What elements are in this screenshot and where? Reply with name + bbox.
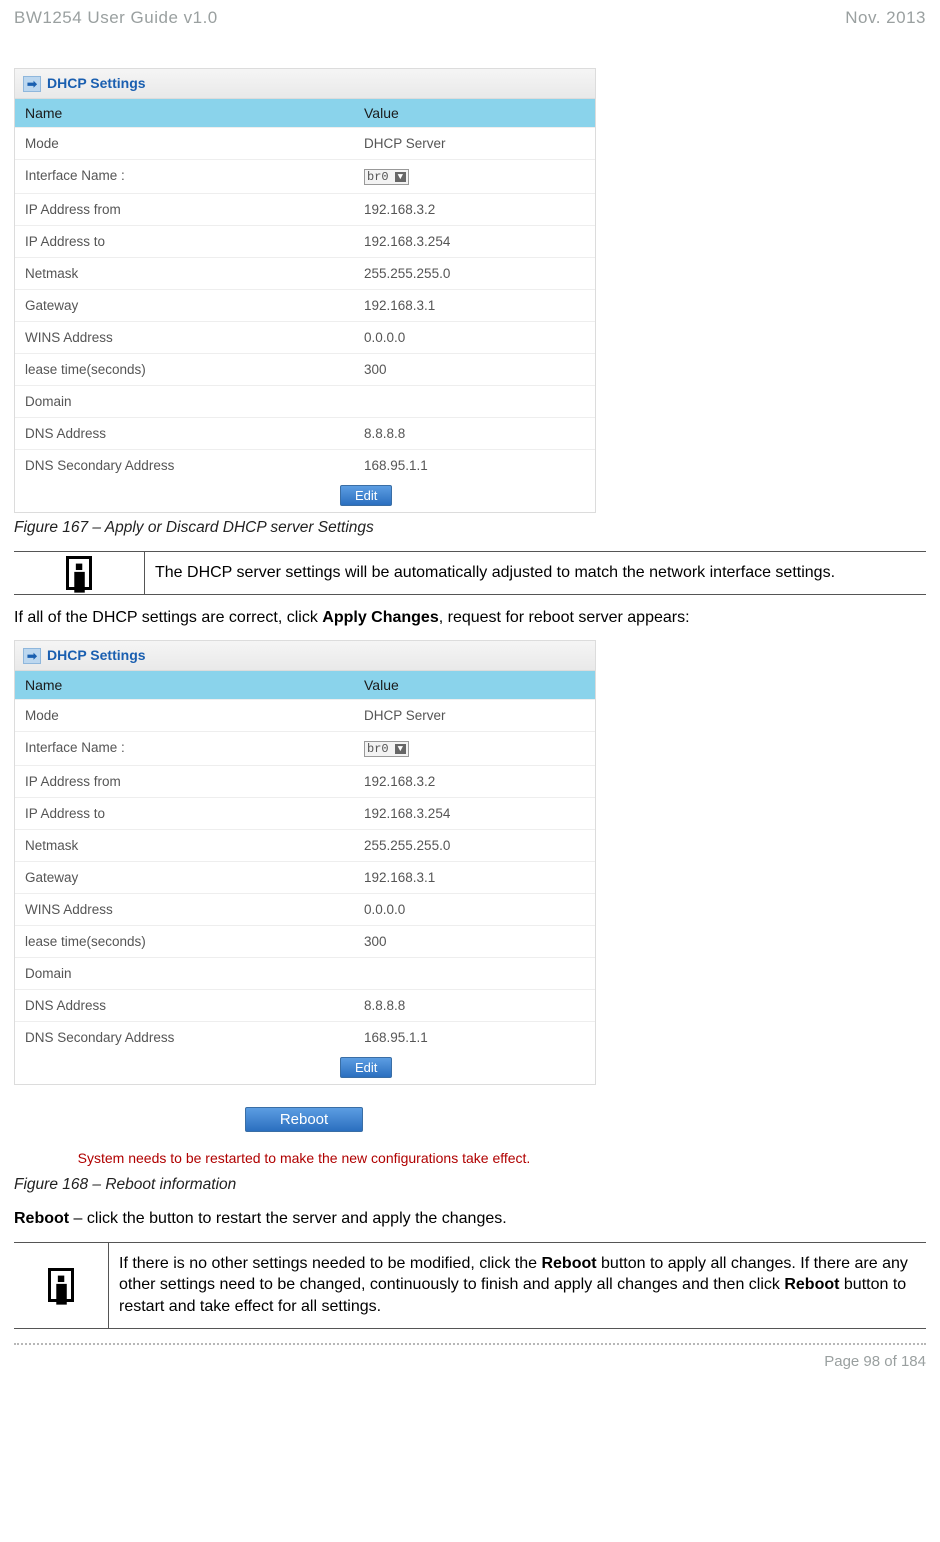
row-value: 300 — [354, 354, 595, 385]
row-name: WINS Address — [15, 894, 354, 925]
edit-button[interactable]: Edit — [340, 485, 392, 506]
panel-title: DHCP Settings — [15, 69, 595, 99]
row-value: 8.8.8.8 — [354, 990, 595, 1021]
table-row: IP Address from192.168.3.2 — [15, 193, 595, 225]
page-number: Page 98 of 184 — [14, 1353, 926, 1370]
row-name: Netmask — [15, 830, 354, 861]
dhcp-settings-panel-1: DHCP Settings Name Value ModeDHCP Server… — [14, 68, 596, 513]
panel-title: DHCP Settings — [15, 641, 595, 671]
restart-message: System needs to be restarted to make the… — [14, 1150, 594, 1166]
edit-button[interactable]: Edit — [340, 1057, 392, 1078]
row-value: DHCP Server — [354, 700, 595, 731]
row-name: IP Address from — [15, 194, 354, 225]
reboot-description: Reboot – click the button to restart the… — [14, 1208, 926, 1230]
table-row: DNS Secondary Address168.95.1.1 — [15, 1021, 595, 1053]
note-text: The DHCP server settings will be automat… — [145, 552, 926, 594]
row-value: 8.8.8.8 — [354, 418, 595, 449]
table-row: DNS Address8.8.8.8 — [15, 417, 595, 449]
table-row: DNS Secondary Address168.95.1.1 — [15, 449, 595, 481]
row-name: DNS Secondary Address — [15, 1022, 354, 1053]
figure-caption-167: Figure 167 – Apply or Discard DHCP serve… — [14, 519, 926, 537]
row-value: DHCP Server — [354, 128, 595, 159]
table-row: Interface Name : br0▼ — [15, 159, 595, 193]
row-name: Mode — [15, 128, 354, 159]
col-name: Name — [15, 671, 354, 699]
row-value: 255.255.255.0 — [354, 258, 595, 289]
footer-divider — [14, 1343, 926, 1345]
info-icon: ▪▮ — [66, 556, 92, 590]
col-name: Name — [15, 99, 354, 127]
table-row: WINS Address0.0.0.0 — [15, 893, 595, 925]
col-value: Value — [354, 671, 595, 699]
row-name: lease time(seconds) — [15, 926, 354, 957]
row-name: IP Address to — [15, 226, 354, 257]
table-row: lease time(seconds)300 — [15, 353, 595, 385]
table-row: WINS Address0.0.0.0 — [15, 321, 595, 353]
chevron-down-icon: ▼ — [395, 172, 406, 182]
table-row: IP Address to192.168.3.254 — [15, 797, 595, 829]
row-value: 192.168.3.1 — [354, 290, 595, 321]
row-value: br0▼ — [354, 160, 595, 193]
row-value: 168.95.1.1 — [354, 1022, 595, 1053]
row-value: 192.168.3.2 — [354, 766, 595, 797]
row-name: IP Address from — [15, 766, 354, 797]
row-value: 192.168.3.1 — [354, 862, 595, 893]
table-row: Interface Name : br0▼ — [15, 731, 595, 765]
row-value: 300 — [354, 926, 595, 957]
doc-date: Nov. 2013 — [845, 8, 926, 28]
col-value: Value — [354, 99, 595, 127]
table-row: DNS Address8.8.8.8 — [15, 989, 595, 1021]
table-row: IP Address from192.168.3.2 — [15, 765, 595, 797]
table-row: Netmask255.255.255.0 — [15, 829, 595, 861]
table-row: ModeDHCP Server — [15, 699, 595, 731]
table-row: Domain — [15, 957, 595, 989]
reboot-button[interactable]: Reboot — [245, 1107, 363, 1132]
row-name: Gateway — [15, 290, 354, 321]
info-icon: ▪▮ — [48, 1268, 74, 1302]
table-row: Domain — [15, 385, 595, 417]
row-name: Interface Name : — [15, 160, 354, 193]
row-value — [354, 386, 595, 417]
interface-select[interactable]: br0▼ — [364, 741, 409, 757]
table-row: ModeDHCP Server — [15, 127, 595, 159]
row-name: Domain — [15, 386, 354, 417]
row-name: DNS Secondary Address — [15, 450, 354, 481]
dhcp-settings-panel-2: DHCP Settings Name Value ModeDHCP Server… — [14, 640, 596, 1085]
table-row: lease time(seconds)300 — [15, 925, 595, 957]
row-value: 255.255.255.0 — [354, 830, 595, 861]
row-name: Domain — [15, 958, 354, 989]
row-name: Interface Name : — [15, 732, 354, 765]
interface-select[interactable]: br0▼ — [364, 169, 409, 185]
row-value: 0.0.0.0 — [354, 322, 595, 353]
row-value: 168.95.1.1 — [354, 450, 595, 481]
row-value: br0▼ — [354, 732, 595, 765]
row-value: 192.168.3.2 — [354, 194, 595, 225]
row-name: Netmask — [15, 258, 354, 289]
note-text: If there is no other settings needed to … — [109, 1243, 926, 1328]
table-row: Gateway192.168.3.1 — [15, 861, 595, 893]
figure-caption-168: Figure 168 – Reboot information — [14, 1176, 926, 1194]
doc-title: BW1254 User Guide v1.0 — [14, 8, 218, 28]
chevron-down-icon: ▼ — [395, 744, 406, 754]
info-note-1: ▪▮ The DHCP server settings will be auto… — [14, 551, 926, 595]
row-name: Mode — [15, 700, 354, 731]
table-header: Name Value — [15, 99, 595, 127]
table-header: Name Value — [15, 671, 595, 699]
row-name: Gateway — [15, 862, 354, 893]
row-value: 0.0.0.0 — [354, 894, 595, 925]
row-name: DNS Address — [15, 990, 354, 1021]
row-value: 192.168.3.254 — [354, 226, 595, 257]
row-name: WINS Address — [15, 322, 354, 353]
row-name: lease time(seconds) — [15, 354, 354, 385]
table-row: Gateway192.168.3.1 — [15, 289, 595, 321]
row-value: 192.168.3.254 — [354, 798, 595, 829]
row-name: DNS Address — [15, 418, 354, 449]
row-value — [354, 958, 595, 989]
table-row: IP Address to192.168.3.254 — [15, 225, 595, 257]
info-note-2: ▪▮ If there is no other settings needed … — [14, 1242, 926, 1329]
row-name: IP Address to — [15, 798, 354, 829]
paragraph-apply: If all of the DHCP settings are correct,… — [14, 607, 926, 629]
table-row: Netmask255.255.255.0 — [15, 257, 595, 289]
